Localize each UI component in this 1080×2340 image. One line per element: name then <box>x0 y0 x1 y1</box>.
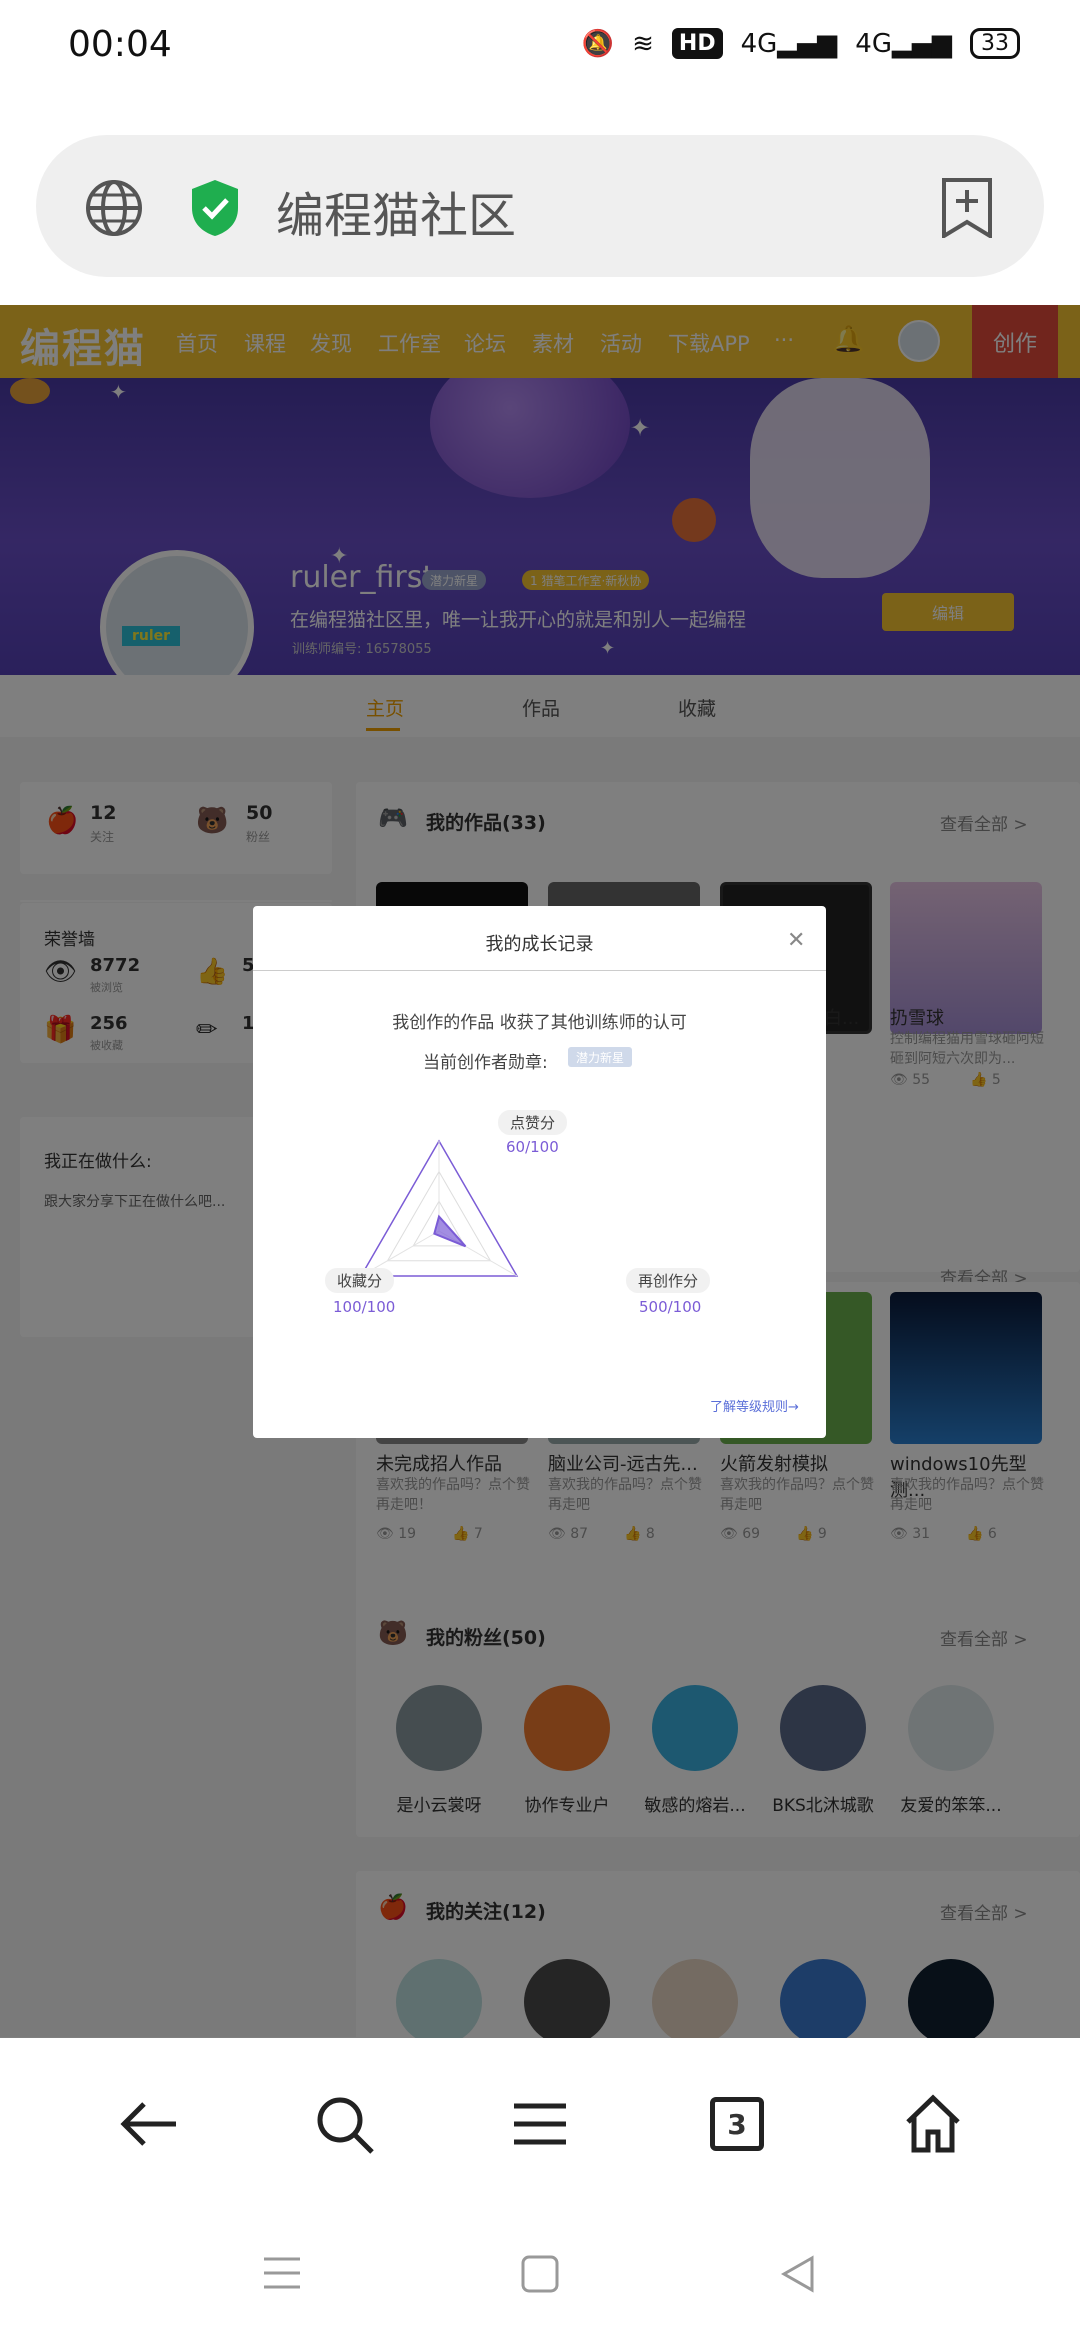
fav-score-value: 100/100 <box>333 1298 396 1316</box>
like-score-value: 60/100 <box>506 1138 559 1156</box>
radar-chart <box>359 1139 519 1277</box>
level-rules-link[interactable]: 了解等级规则→ <box>710 1396 799 1415</box>
status-icons: 🔕 ≋ HD 4G▂▄▆ 4G▂▄▆ 33 <box>582 28 1020 59</box>
shield-check-icon <box>192 180 238 236</box>
battery-icon: 33 <box>970 28 1020 59</box>
recent-apps-icon[interactable] <box>262 2255 302 2291</box>
like-score-label: 点赞分 <box>498 1110 568 1135</box>
clock: 00:04 <box>68 24 172 65</box>
signal-icon-2: 4G▂▄▆ <box>855 28 952 59</box>
back-arrow-icon[interactable] <box>118 2098 180 2150</box>
add-bookmark-icon[interactable] <box>940 178 994 238</box>
remix-score-label: 再创作分 <box>626 1268 711 1293</box>
remix-score-value: 500/100 <box>639 1298 702 1316</box>
growth-record-dialog: 我的成长记录 ✕ 我创作的作品 收获了其他训练师的认可 当前创作者勋章: 潜力新… <box>253 906 826 1438</box>
back-button-icon[interactable] <box>778 2254 818 2294</box>
fav-score-label: 收藏分 <box>325 1268 395 1293</box>
url-text[interactable]: 编程猫社区 <box>276 176 516 246</box>
home-button-icon[interactable] <box>520 2254 560 2294</box>
radar-grid <box>359 1139 519 1277</box>
search-icon[interactable] <box>314 2094 376 2156</box>
globe-icon[interactable] <box>84 178 144 238</box>
status-bar: 00:04 🔕 ≋ HD 4G▂▄▆ 4G▂▄▆ 33 <box>0 0 1080 95</box>
tabs-count-button[interactable]: 3 <box>710 2097 764 2151</box>
hd-icon: HD <box>671 28 723 59</box>
mute-icon: 🔕 <box>581 28 615 59</box>
wifi-icon: ≋ <box>632 28 654 59</box>
menu-icon[interactable] <box>512 2102 568 2146</box>
signal-icon: 4G▂▄▆ <box>740 28 838 59</box>
home-icon[interactable] <box>902 2092 964 2154</box>
